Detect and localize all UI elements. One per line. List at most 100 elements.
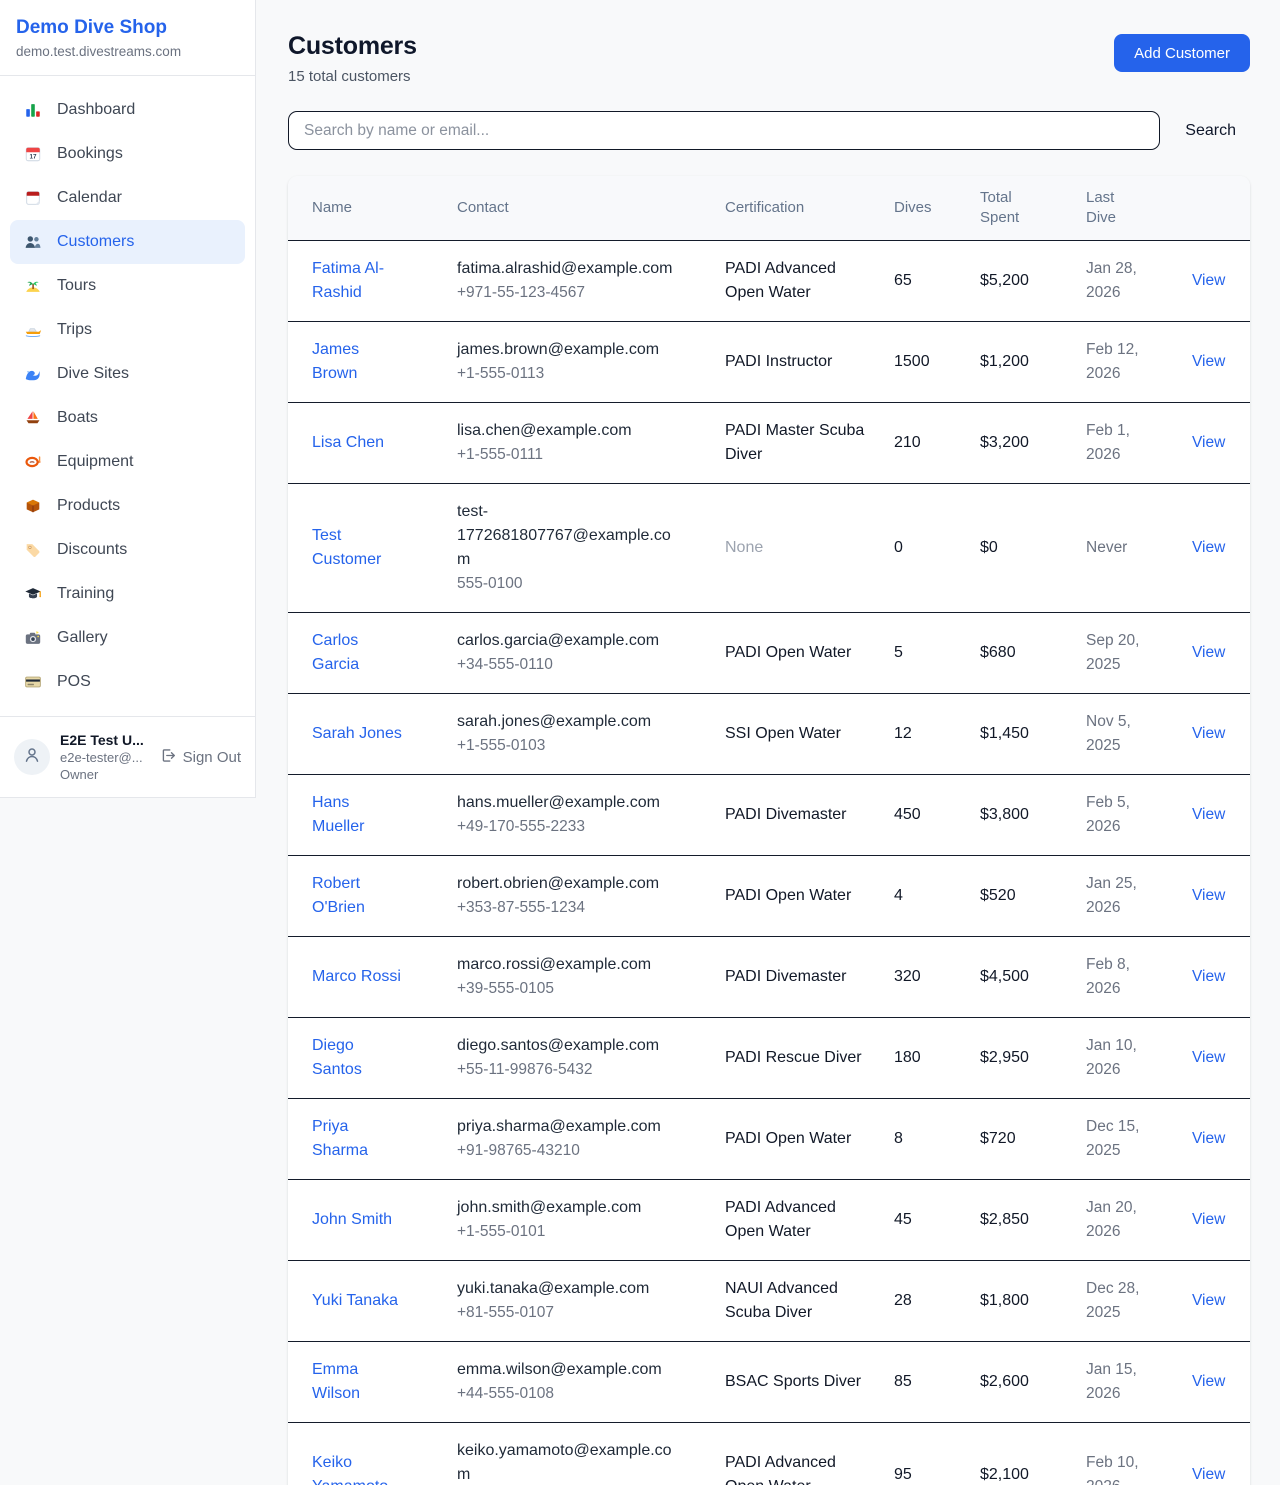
customer-phone: +1-555-0111 <box>457 443 701 467</box>
customer-name-link[interactable]: Robert O'Brien <box>312 899 402 916</box>
sidebar-item-boats[interactable]: Boats <box>10 396 245 440</box>
table-row: Lisa Chen lisa.chen@example.com +1-555-0… <box>288 402 1250 483</box>
view-customer-link[interactable]: View <box>1192 1466 1225 1483</box>
view-customer-link[interactable]: View <box>1192 725 1225 742</box>
search-button[interactable]: Search <box>1185 122 1236 140</box>
customer-certification: PADI Advanced Open Water <box>725 1199 836 1240</box>
view-customer-link[interactable]: View <box>1192 806 1225 823</box>
customer-email: priya.sharma@example.com <box>457 1115 679 1139</box>
sidebar-item-training[interactable]: Training <box>10 572 245 616</box>
view-customer-link[interactable]: View <box>1192 272 1225 289</box>
customer-email: emma.wilson@example.com <box>457 1358 679 1382</box>
page-header: Customers 15 total customers Add Custome… <box>288 32 1250 85</box>
customer-name-link[interactable]: Yuki Tanaka <box>312 1292 398 1309</box>
customer-name-link[interactable]: Keiko Yamamoto <box>312 1478 402 1485</box>
customer-last-dive: Jan 15, 2026 <box>1086 1341 1192 1422</box>
view-customer-link[interactable]: View <box>1192 1373 1225 1390</box>
customer-total-spent: $520 <box>980 855 1086 936</box>
customer-name-link[interactable]: Hans Mueller <box>312 818 402 835</box>
view-customer-link[interactable]: View <box>1192 968 1225 985</box>
customer-name-link[interactable]: Fatima Al-Rashid <box>312 284 402 301</box>
customer-contact-cell: sarah.jones@example.com +1-555-0103 <box>457 693 725 774</box>
customer-email: yuki.tanaka@example.com <box>457 1277 679 1301</box>
col-contact: Contact <box>457 176 725 240</box>
sidebar-item-products[interactable]: Products <box>10 484 245 528</box>
customers-table: Name Contact Certification Dives Total S… <box>288 176 1250 1485</box>
customer-last-dive: Jan 10, 2026 <box>1086 1017 1192 1098</box>
customer-contact-cell: carlos.garcia@example.com +34-555-0110 <box>457 612 725 693</box>
view-customer-link[interactable]: View <box>1192 1211 1225 1228</box>
customer-name-link[interactable]: Sarah Jones <box>312 725 402 742</box>
sidebar-item-tours[interactable]: Tours <box>10 264 245 308</box>
view-customer-link[interactable]: View <box>1192 1292 1225 1309</box>
sidebar-item-customers[interactable]: Customers <box>10 220 245 264</box>
customer-last-dive: Feb 12, 2026 <box>1086 321 1192 402</box>
sidebar-item-bookings[interactable]: 17 Bookings <box>10 132 245 176</box>
customer-name-link[interactable]: Carlos Garcia <box>312 656 402 673</box>
customer-email: carlos.garcia@example.com <box>457 629 679 653</box>
boats-icon <box>22 408 44 428</box>
sidebar-item-gallery[interactable]: Gallery <box>10 616 245 660</box>
customer-dives: 8 <box>894 1098 980 1179</box>
customer-name-link[interactable]: James Brown <box>312 365 402 382</box>
customer-last-dive: Feb 10, 2026 <box>1086 1422 1192 1485</box>
discounts-icon <box>22 540 44 560</box>
customer-total-spent: $680 <box>980 612 1086 693</box>
table-row: Diego Santos diego.santos@example.com +5… <box>288 1017 1250 1098</box>
customer-last-dive: Never <box>1086 483 1192 612</box>
table-row: Emma Wilson emma.wilson@example.com +44-… <box>288 1341 1250 1422</box>
customer-contact-cell: james.brown@example.com +1-555-0113 <box>457 321 725 402</box>
sidebar-item-calendar[interactable]: Calendar <box>10 176 245 220</box>
customer-phone: +353-87-555-1234 <box>457 896 701 920</box>
customer-email: diego.santos@example.com <box>457 1034 679 1058</box>
customer-name-link[interactable]: Priya Sharma <box>312 1142 402 1159</box>
customer-name-link[interactable]: Diego Santos <box>312 1061 402 1078</box>
trips-icon <box>22 320 44 340</box>
col-last-dive: Last Dive <box>1086 176 1192 240</box>
sidebar-item-dive-sites[interactable]: Dive Sites <box>10 352 245 396</box>
view-customer-link[interactable]: View <box>1192 353 1225 370</box>
title-block: Customers 15 total customers <box>288 32 417 85</box>
view-customer-link[interactable]: View <box>1192 887 1225 904</box>
table-row: Keiko Yamamoto keiko.yamamoto@example.co… <box>288 1422 1250 1485</box>
sidebar-item-pos[interactable]: POS <box>10 660 245 704</box>
view-customer-link[interactable]: View <box>1192 434 1225 451</box>
customer-last-dive: Feb 1, 2026 <box>1086 402 1192 483</box>
search-input[interactable] <box>288 111 1160 150</box>
sidebar-item-label: Calendar <box>57 186 122 210</box>
table-row: Fatima Al-Rashid fatima.alrashid@example… <box>288 240 1250 321</box>
sidebar-item-label: Training <box>57 582 114 606</box>
view-customer-link[interactable]: View <box>1192 644 1225 661</box>
view-customer-link[interactable]: View <box>1192 539 1225 556</box>
view-customer-link[interactable]: View <box>1192 1049 1225 1066</box>
sidebar-item-discounts[interactable]: Discounts <box>10 528 245 572</box>
customer-certification: None <box>725 539 763 556</box>
customer-contact-cell: fatima.alrashid@example.com +971-55-123-… <box>457 240 725 321</box>
customer-email: keiko.yamamoto@example.com <box>457 1439 679 1485</box>
customer-certification: NAUI Advanced Scuba Diver <box>725 1280 838 1321</box>
customer-name-link[interactable]: Test Customer <box>312 551 402 568</box>
sign-out-button[interactable]: Sign Out <box>160 747 241 768</box>
avatar <box>14 739 50 775</box>
user-box: E2E Test U... e2e-tester@... Owner Sign … <box>0 716 255 797</box>
sidebar-item-label: Dashboard <box>57 98 135 122</box>
customer-total-spent: $2,600 <box>980 1341 1086 1422</box>
logout-icon <box>160 747 177 768</box>
customer-last-dive: Feb 8, 2026 <box>1086 936 1192 1017</box>
customer-name-link[interactable]: Emma Wilson <box>312 1385 402 1402</box>
customer-dives: 28 <box>894 1260 980 1341</box>
customer-contact-cell: john.smith@example.com +1-555-0101 <box>457 1179 725 1260</box>
sidebar-item-equipment[interactable]: Equipment <box>10 440 245 484</box>
shop-domain: demo.test.divestreams.com <box>16 43 239 61</box>
customer-phone: +1-555-0103 <box>457 734 701 758</box>
customer-total-spent: $5,200 <box>980 240 1086 321</box>
customer-name-link[interactable]: Marco Rossi <box>312 968 401 985</box>
view-customer-link[interactable]: View <box>1192 1130 1225 1147</box>
customer-certification: PADI Open Water <box>725 887 851 904</box>
customer-name-link[interactable]: Lisa Chen <box>312 434 384 451</box>
customer-name-link[interactable]: John Smith <box>312 1211 392 1228</box>
sidebar-item-dashboard[interactable]: Dashboard <box>10 88 245 132</box>
sidebar-item-trips[interactable]: Trips <box>10 308 245 352</box>
add-customer-button[interactable]: Add Customer <box>1114 34 1250 72</box>
shop-name: Demo Dive Shop <box>16 15 239 40</box>
